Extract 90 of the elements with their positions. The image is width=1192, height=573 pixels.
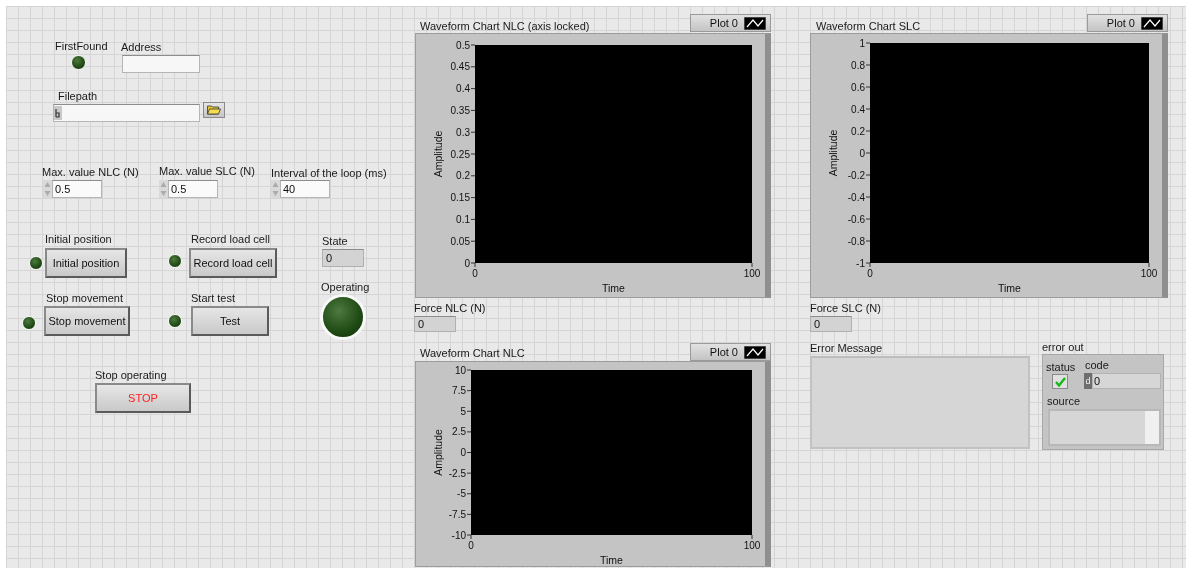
y-tick: 0.1 xyxy=(456,213,476,225)
panel-button[interactable]: Stop movement xyxy=(44,306,130,336)
control-label: Stop operating xyxy=(95,370,167,381)
chart-title: Waveform Chart NLC xyxy=(420,348,525,359)
browse-button[interactable] xyxy=(203,102,225,118)
control-label: status xyxy=(1046,362,1076,373)
y-axis-title: Amplitude xyxy=(432,130,444,178)
control-label: State xyxy=(322,236,348,247)
y-tick: 0.8 xyxy=(851,59,871,71)
y-axis-title: Amplitude xyxy=(827,129,839,177)
control-label: Operating xyxy=(321,282,370,293)
y-tick: 0 xyxy=(859,147,871,159)
y-tick: -5 xyxy=(457,488,472,500)
input-field[interactable]: 0.5 xyxy=(168,180,218,198)
y-tick: 0.4 xyxy=(851,103,871,115)
y-tick: 10 xyxy=(454,364,472,376)
path-icon xyxy=(54,106,62,120)
input-field[interactable]: 40 xyxy=(280,180,330,198)
plot-legend[interactable]: Plot 0 xyxy=(1087,14,1168,32)
y-tick: -0.2 xyxy=(847,169,871,181)
y-tick: 0.3 xyxy=(456,126,476,138)
control-label: Interval of the loop (ms) xyxy=(271,168,387,179)
increment-arrows[interactable] xyxy=(43,180,52,198)
chart-title: Waveform Chart SLC xyxy=(816,21,921,32)
x-tick: 100 xyxy=(1140,262,1158,279)
y-tick: 2.5 xyxy=(452,426,472,438)
y-tick: 0.05 xyxy=(450,235,476,247)
legend-label: Plot 0 xyxy=(709,346,738,358)
y-tick: -0.4 xyxy=(847,191,871,203)
control-label: Force NLC (N) xyxy=(414,303,486,314)
legend-label: Plot 0 xyxy=(709,17,738,29)
control-label: error out xyxy=(1042,342,1084,353)
scrollbar[interactable] xyxy=(1145,411,1159,444)
numeric-indicator: 0 xyxy=(1092,373,1161,389)
control-label: Filepath xyxy=(58,91,98,102)
x-axis-title: Time xyxy=(998,282,1021,294)
increment-arrows[interactable] xyxy=(159,180,168,198)
control-label: Address xyxy=(121,42,162,53)
plot-legend[interactable]: Plot 0 xyxy=(690,343,771,361)
control-label: Error Message xyxy=(810,343,883,354)
y-tick: 0.15 xyxy=(450,192,476,204)
folder-icon xyxy=(207,105,221,115)
y-tick: -7.5 xyxy=(448,508,472,520)
control-label: Record load cell xyxy=(191,234,270,245)
y-axis-title: Amplitude xyxy=(432,429,444,476)
line-style-icon xyxy=(744,345,766,359)
numeric-indicator: 0 xyxy=(322,249,364,267)
radix-indicator: d xyxy=(1084,373,1092,389)
control-label: code xyxy=(1085,360,1109,371)
y-tick: 0.4 xyxy=(456,83,476,95)
y-tick: 0 xyxy=(460,447,472,458)
y-tick: 0.6 xyxy=(851,81,871,93)
control-label: Force SLC (N) xyxy=(810,303,881,314)
x-axis-title: Time xyxy=(602,282,625,294)
y-tick: 0.2 xyxy=(851,125,871,137)
increment-arrows[interactable] xyxy=(271,180,280,198)
y-tick: 0.5 xyxy=(456,39,476,51)
y-tick: 0.35 xyxy=(450,104,476,116)
y-tick: 0.2 xyxy=(456,170,476,182)
chart-title: Waveform Chart NLC (axis locked) xyxy=(420,21,590,32)
numeric-indicator: 0 xyxy=(810,316,852,332)
y-tick: 1 xyxy=(859,37,871,49)
x-axis-title: Time xyxy=(600,554,623,566)
panel-button[interactable]: Initial position xyxy=(45,248,127,278)
x-tick: 100 xyxy=(743,262,761,279)
control-label: Initial position xyxy=(45,234,112,245)
line-style-icon xyxy=(744,16,766,30)
line-style-icon xyxy=(1141,16,1163,30)
control-label: Start test xyxy=(191,293,236,304)
y-tick: 5 xyxy=(460,405,472,417)
y-tick: 0.45 xyxy=(450,61,476,73)
path-field[interactable] xyxy=(53,104,200,122)
control-label: FirstFound xyxy=(55,41,108,52)
legend-label: Plot 0 xyxy=(1106,17,1135,29)
panel-button[interactable]: Test xyxy=(191,306,269,336)
x-tick: 100 xyxy=(743,534,761,551)
y-tick: -0.8 xyxy=(847,235,871,247)
input-field[interactable] xyxy=(122,55,200,73)
y-tick: 0.25 xyxy=(450,148,476,160)
y-tick: 7.5 xyxy=(452,385,472,397)
numeric-indicator: 0 xyxy=(414,316,456,332)
control-label: Max. value SLC (N) xyxy=(159,166,255,177)
plot-legend[interactable]: Plot 0 xyxy=(690,14,771,32)
input-field[interactable]: 0.5 xyxy=(52,180,102,198)
control-label: source xyxy=(1047,396,1081,407)
control-label: Max. value NLC (N) xyxy=(42,167,139,178)
y-tick: -0.6 xyxy=(847,213,871,225)
control-label: Stop movement xyxy=(46,293,124,304)
y-tick: -2.5 xyxy=(448,467,472,479)
panel-button[interactable]: Record load cell xyxy=(189,248,277,278)
